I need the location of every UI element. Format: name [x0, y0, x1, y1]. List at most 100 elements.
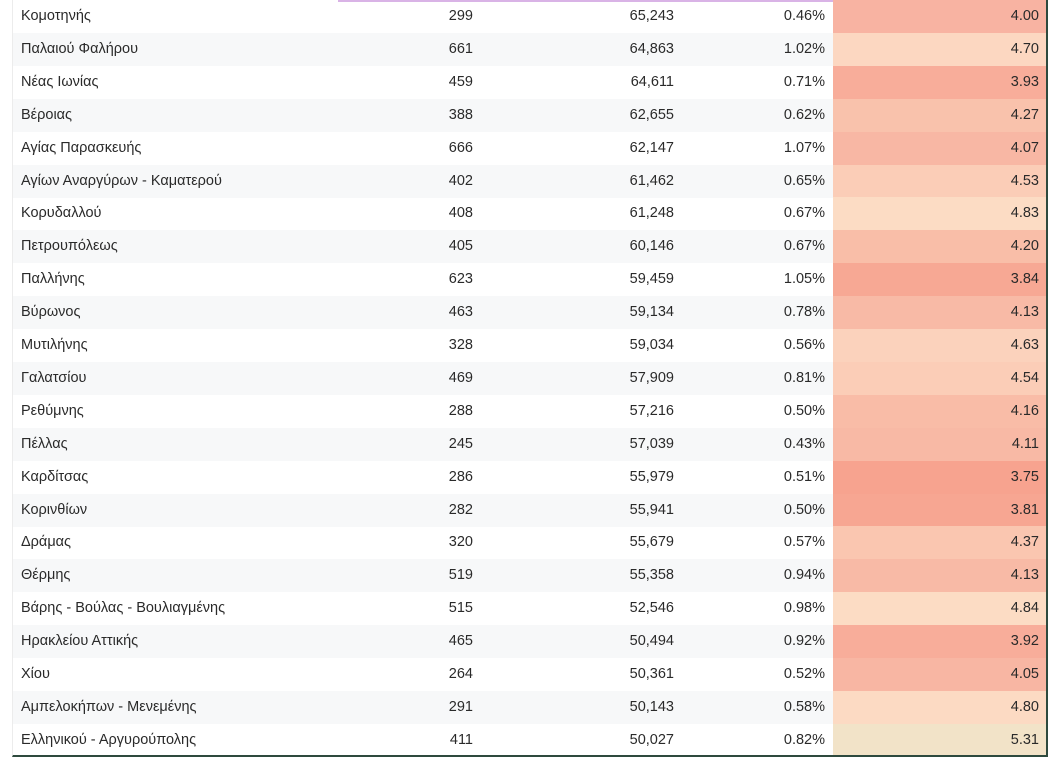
- percent-cell: 0.43%: [783, 435, 825, 452]
- count-cell: 320: [448, 534, 473, 551]
- count-cell: 515: [448, 600, 473, 617]
- table-row[interactable]: Παλλήνης 623 59,459 1.05% 3.84: [13, 263, 1046, 297]
- table-row[interactable]: Αμπελοκήπων - Μενεμένης 291 50,143 0.58% 4.8…: [13, 690, 1046, 724]
- percent-cell: 0.57%: [783, 534, 825, 551]
- table-row[interactable]: Ηρακλείου Αττικής 465 50,494 0.92% 3.92: [13, 625, 1046, 659]
- population-cell: 57,216: [629, 402, 674, 419]
- population-cell: 60,146: [629, 238, 674, 255]
- municipality-cell: Ελληνικού - Αργυρούπολης: [21, 731, 197, 748]
- count-cell: 328: [448, 337, 473, 353]
- percent-cell: 0.67%: [783, 205, 825, 222]
- percent-cell: 0.51%: [783, 468, 825, 485]
- percent-cell: 0.82%: [783, 731, 825, 748]
- table-row[interactable]: Κορυδαλλού 408 61,248 0.67% 4.83: [13, 197, 1046, 231]
- score-cell: 5.31: [833, 723, 1046, 755]
- table-row[interactable]: Βάρης - Βούλας - Βουλιαγμένης 515 52,546 0.…: [13, 592, 1046, 626]
- population-cell: 61,462: [629, 172, 674, 189]
- population-cell: 62,147: [629, 139, 674, 156]
- table-row[interactable]: Ρεθύμνης 288 57,216 0.50% 4.16: [13, 394, 1046, 428]
- population-cell: 59,459: [629, 271, 674, 288]
- score-cell: 4.00: [833, 0, 1046, 33]
- percent-cell: 0.56%: [783, 337, 825, 353]
- population-cell: 59,134: [629, 304, 674, 321]
- population-cell: 50,143: [629, 698, 674, 715]
- count-cell: 661: [448, 40, 473, 57]
- percent-cell: 0.50%: [783, 501, 825, 518]
- score-cell: 4.84: [833, 592, 1046, 626]
- percent-cell: 0.62%: [783, 106, 825, 123]
- population-cell: 50,494: [629, 633, 674, 650]
- table-row[interactable]: Βέροιας 388 62,655 0.62% 4.27: [13, 98, 1046, 132]
- municipality-cell: Μυτιλήνης: [21, 337, 88, 353]
- count-cell: 623: [448, 271, 473, 288]
- percent-cell: 0.46%: [783, 8, 825, 24]
- municipality-cell: Βύρωνος: [21, 304, 81, 321]
- count-cell: 459: [448, 73, 473, 90]
- table-row[interactable]: Νέας Ιωνίας 459 64,611 0.71% 3.93: [13, 65, 1046, 99]
- score-cell: 4.80: [833, 690, 1046, 724]
- table-row[interactable]: Χίου 264 50,361 0.52% 4.05: [13, 658, 1046, 691]
- count-cell: 282: [448, 501, 473, 518]
- municipality-cell: Παλλήνης: [21, 271, 85, 288]
- count-cell: 411: [449, 731, 473, 748]
- score-cell: 4.20: [833, 230, 1046, 264]
- table-row[interactable]: Αγίων Αναργύρων - Καματερού 402 61,462 0.65…: [13, 164, 1046, 198]
- municipality-cell: Χίου: [21, 666, 50, 682]
- table-row[interactable]: Πέλλας 245 57,039 0.43% 4.11: [13, 427, 1046, 461]
- percent-cell: 0.98%: [783, 600, 825, 617]
- municipality-cell: Πέλλας: [21, 435, 68, 452]
- table-row[interactable]: Γαλατσίου 469 57,909 0.81% 4.54: [13, 361, 1046, 395]
- count-cell: 388: [448, 106, 473, 123]
- table-row[interactable]: Αγίας Παρασκευής 666 62,147 1.07% 4.07: [13, 131, 1046, 165]
- municipality-cell: Βέροιας: [21, 106, 73, 123]
- table-row[interactable]: Βύρωνος 463 59,134 0.78% 4.13: [13, 296, 1046, 330]
- population-cell: 61,248: [629, 205, 674, 222]
- score-cell: 4.37: [833, 526, 1046, 560]
- percent-cell: 0.50%: [783, 402, 825, 419]
- table-row[interactable]: Πετρουπόλεως 405 60,146 0.67% 4.20: [13, 230, 1046, 264]
- score-cell: 3.93: [833, 65, 1046, 99]
- table-row[interactable]: Δράμας 320 55,679 0.57% 4.37: [13, 526, 1046, 560]
- municipality-cell: Αγίας Παρασκευής: [21, 139, 142, 156]
- score-cell: 3.92: [833, 625, 1046, 659]
- municipality-cell: Κομοτηνής: [21, 8, 91, 24]
- municipality-cell: Κορινθίων: [21, 501, 88, 518]
- municipality-cell: Νέας Ιωνίας: [21, 73, 99, 90]
- count-cell: 405: [448, 238, 473, 255]
- population-cell: 57,909: [629, 369, 674, 386]
- population-cell: 65,243: [629, 8, 674, 24]
- municipality-cell: Παλαιού Φαλήρου: [21, 40, 139, 57]
- score-cell: 4.63: [833, 329, 1046, 362]
- percent-cell: 1.02%: [783, 40, 825, 57]
- score-cell: 4.13: [833, 559, 1046, 593]
- count-cell: 519: [448, 567, 473, 584]
- table-row[interactable]: Καρδίτσας 286 55,979 0.51% 3.75: [13, 460, 1046, 494]
- population-cell: 55,979: [629, 468, 674, 485]
- population-cell: 64,611: [630, 73, 674, 90]
- population-cell: 50,361: [629, 666, 674, 682]
- table-row[interactable]: Θέρμης 519 55,358 0.94% 4.13: [13, 559, 1046, 593]
- population-cell: 59,034: [629, 337, 674, 353]
- municipality-cell: Βάρης - Βούλας - Βουλιαγμένης: [21, 600, 226, 617]
- table-row[interactable]: Ελληνικού - Αργυρούπολης 411 50,027 0.82% 5.…: [13, 723, 1046, 755]
- table-row[interactable]: Παλαιού Φαλήρου 661 64,863 1.02% 4.70: [13, 32, 1046, 66]
- percent-cell: 0.67%: [783, 238, 825, 255]
- population-cell: 52,546: [629, 600, 674, 617]
- percent-cell: 0.52%: [783, 666, 825, 682]
- table-row[interactable]: Μυτιλήνης 328 59,034 0.56% 4.63: [13, 329, 1046, 362]
- count-cell: 465: [448, 633, 473, 650]
- percent-cell: 1.07%: [783, 139, 825, 156]
- score-cell: 4.07: [833, 131, 1046, 165]
- score-cell: 3.81: [833, 493, 1046, 527]
- percent-cell: 0.92%: [783, 633, 825, 650]
- table-row[interactable]: Κορινθίων 282 55,941 0.50% 3.81: [13, 493, 1046, 527]
- municipality-cell: Αγίων Αναργύρων - Καματερού: [21, 172, 222, 189]
- municipality-cell: Κορυδαλλού: [21, 205, 102, 222]
- percent-cell: 1.05%: [783, 271, 825, 288]
- count-cell: 299: [448, 8, 473, 24]
- score-cell: 4.27: [833, 98, 1046, 132]
- score-cell: 4.11: [833, 427, 1046, 461]
- score-cell: 4.54: [833, 361, 1046, 395]
- municipality-cell: Πετρουπόλεως: [21, 238, 118, 255]
- table-row[interactable]: Κομοτηνής 299 65,243 0.46% 4.00: [13, 0, 1046, 33]
